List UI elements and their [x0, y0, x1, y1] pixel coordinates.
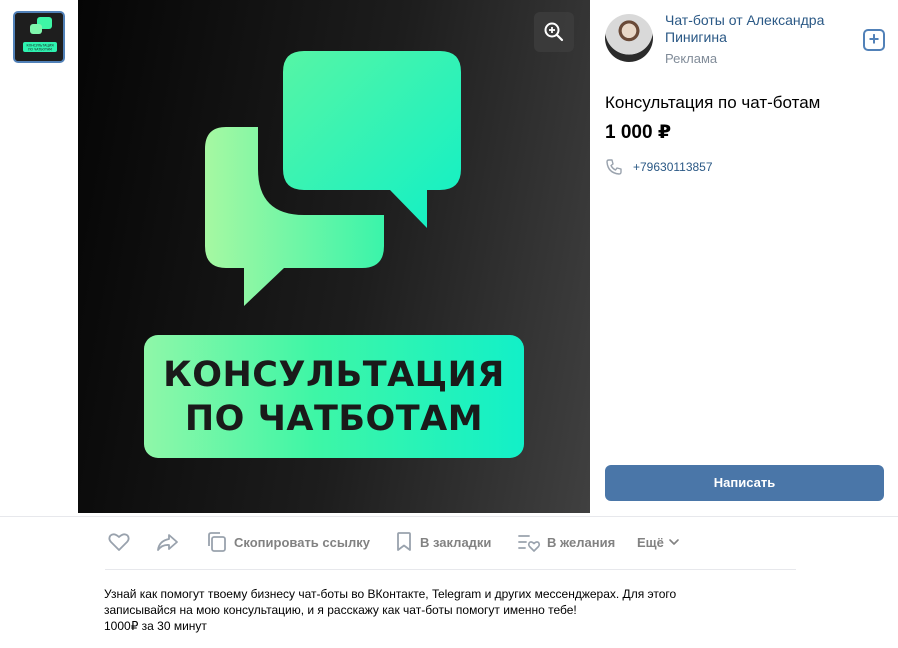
phone-icon	[606, 159, 622, 175]
product-description: Узнай как помогут твоему бизнесу чат-бот…	[104, 586, 784, 634]
thumbnail-strip: КОНСУЛЬТАЦИЯ ПО ЧАТБОТАМ	[0, 0, 78, 516]
zoom-in-icon	[544, 22, 564, 42]
wishlist-icon	[518, 535, 541, 552]
zoom-button[interactable]	[534, 12, 574, 52]
copy-icon	[208, 532, 226, 552]
description-line: Узнай как помогут твоему бизнесу чат-бот…	[104, 587, 677, 601]
bookmark-button[interactable]: В закладки	[394, 523, 491, 561]
plus-icon: +	[868, 29, 880, 49]
description-line: 1000₽ за 30 минут	[104, 619, 207, 633]
seller-name-link[interactable]: Чат-боты от Александра Пинигина	[665, 12, 845, 46]
wishlist-button[interactable]: В желания	[517, 523, 615, 561]
share-button[interactable]	[156, 523, 180, 561]
follow-button[interactable]: +	[863, 29, 885, 51]
heart-icon	[108, 533, 130, 551]
image-caption-line1: КОНСУЛЬТАЦИЯ	[163, 354, 505, 395]
chevron-down-icon	[669, 539, 679, 545]
divider	[0, 516, 898, 517]
product-title: Консультация по чат-ботам	[605, 93, 821, 112]
divider	[105, 569, 796, 570]
more-button[interactable]: Ещё	[637, 523, 680, 561]
description-line: записывайся на мою консультацию, и я рас…	[104, 603, 577, 617]
thumbnail-selected[interactable]: КОНСУЛЬТАЦИЯ ПО ЧАТБОТАМ	[13, 11, 65, 63]
seller-subtitle: Реклама	[665, 51, 718, 66]
thumbnail-art: КОНСУЛЬТАЦИЯ ПО ЧАТБОТАМ	[15, 13, 63, 61]
actions-bar: Скопировать ссылку В закладки В желания …	[0, 523, 898, 561]
like-button[interactable]	[107, 523, 131, 561]
phone-row: +79630113857	[605, 158, 713, 176]
image-caption-line2: ПО ЧАТБОТАМ	[184, 398, 484, 439]
image-caption-banner: КОНСУЛЬТАЦИЯ ПО ЧАТБОТАМ	[144, 335, 524, 458]
bookmark-icon	[397, 532, 411, 551]
write-message-button[interactable]: Написать	[605, 465, 884, 501]
svg-text:ПО ЧАТБОТАМ: ПО ЧАТБОТАМ	[28, 48, 52, 52]
phone-number-link[interactable]: +79630113857	[633, 160, 713, 174]
seller-avatar[interactable]	[605, 14, 653, 62]
wishlist-label: В желания	[547, 534, 616, 550]
product-sidebar: Чат-боты от Александра Пинигина Реклама …	[590, 0, 898, 516]
share-icon	[157, 534, 178, 551]
product-image[interactable]: КОНСУЛЬТАЦИЯ ПО ЧАТБОТАМ	[78, 0, 590, 513]
copy-link-label: Скопировать ссылку	[234, 534, 370, 550]
product-price: 1 000 ₽	[605, 122, 672, 143]
more-label: Ещё	[637, 534, 664, 550]
bookmark-label: В закладки	[420, 534, 492, 550]
copy-link-button[interactable]: Скопировать ссылку	[206, 523, 370, 561]
